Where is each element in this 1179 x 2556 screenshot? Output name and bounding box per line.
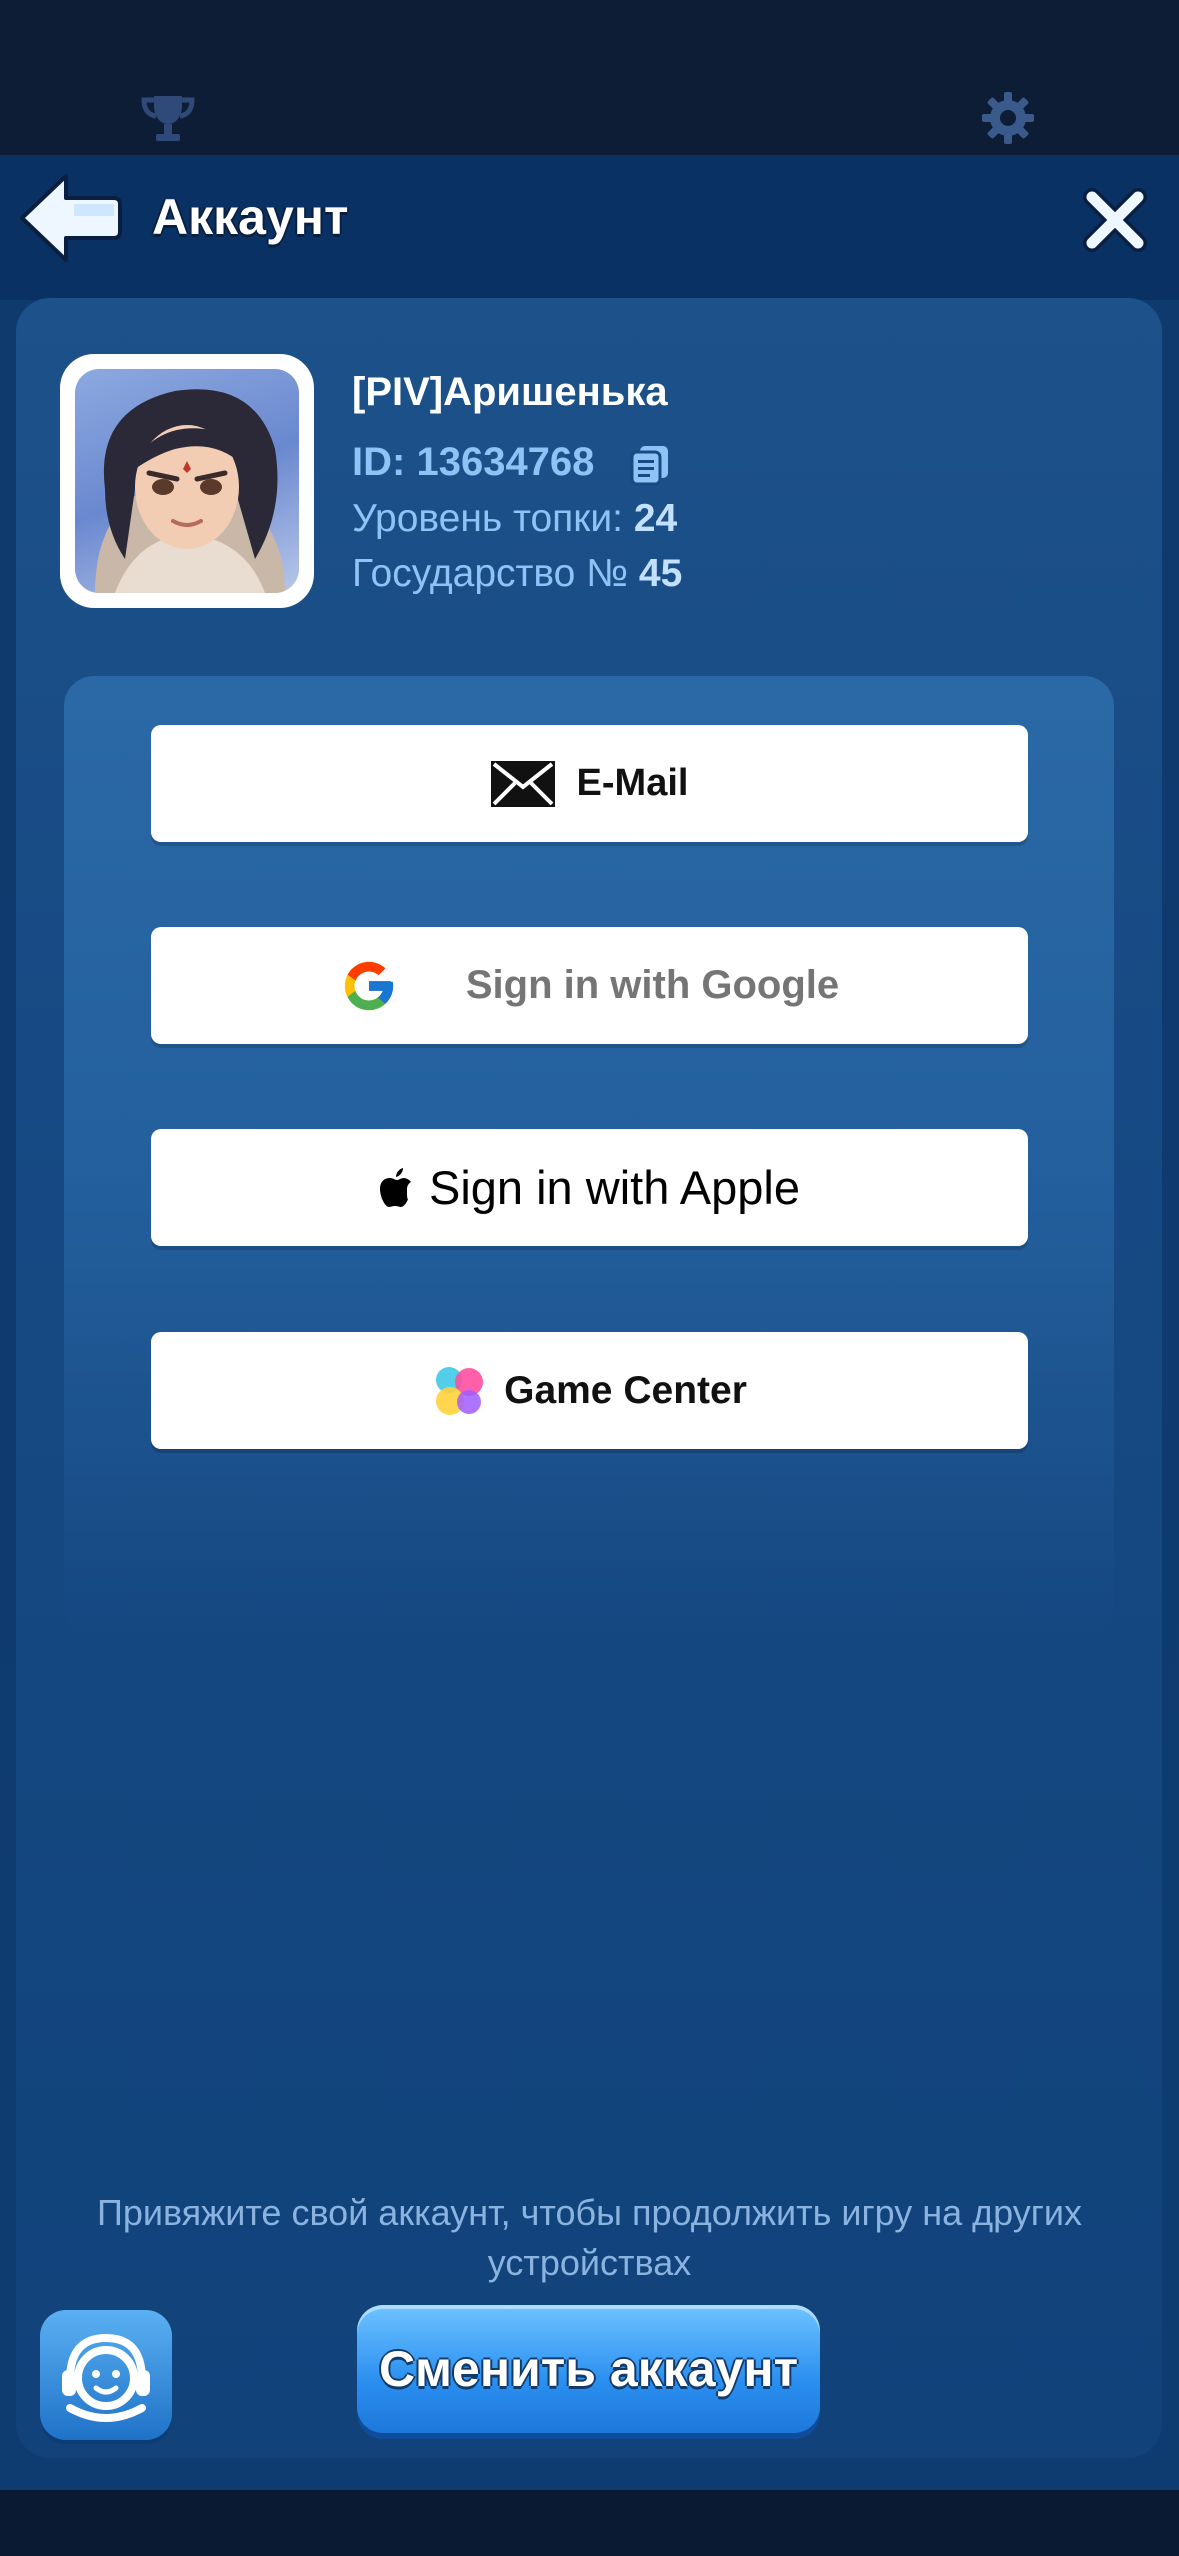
copy-icon[interactable] bbox=[630, 444, 670, 486]
game-center-login-button[interactable]: Game Center bbox=[151, 1332, 1028, 1449]
trophy-icon[interactable] bbox=[138, 88, 198, 148]
player-id-value: 13634768 bbox=[416, 440, 595, 484]
email-login-button[interactable]: E-Mail bbox=[151, 725, 1028, 842]
game-center-login-label: Game Center bbox=[504, 1368, 747, 1412]
top-bar bbox=[0, 0, 1179, 155]
apple-icon bbox=[379, 1167, 413, 1208]
game-center-icon bbox=[432, 1364, 486, 1418]
bind-account-note: Привяжите свой аккаунт, чтобы продолжить… bbox=[96, 2192, 1083, 2283]
switch-account-button[interactable]: Сменить аккаунт bbox=[357, 2305, 820, 2433]
avatar[interactable] bbox=[75, 369, 299, 593]
furnace-level-label: Уровень топки: bbox=[352, 497, 623, 540]
google-icon bbox=[340, 957, 398, 1015]
state-value: 45 bbox=[638, 552, 683, 595]
player-id: ID: 13634768 bbox=[352, 440, 594, 485]
furnace-level-value: 24 bbox=[633, 497, 678, 540]
page-title: Аккаунт bbox=[152, 189, 349, 245]
google-login-label: Sign in with Google bbox=[465, 963, 840, 1007]
google-login-button[interactable]: Sign in with Google bbox=[151, 927, 1028, 1044]
player-name: [PIV]Аришенька bbox=[352, 370, 668, 414]
close-icon bbox=[1083, 188, 1147, 252]
email-login-label: E-Mail bbox=[576, 762, 689, 804]
state-label: Государство № bbox=[352, 552, 629, 595]
close-button[interactable] bbox=[1080, 185, 1150, 255]
bottom-bar bbox=[0, 2490, 1179, 2556]
support-button[interactable] bbox=[40, 2310, 172, 2440]
apple-login-button[interactable]: Sign in with Apple bbox=[151, 1129, 1028, 1246]
switch-account-label: Сменить аккаунт bbox=[378, 2341, 799, 2397]
state-number: Государство № 45 bbox=[352, 552, 682, 596]
back-button[interactable] bbox=[14, 168, 124, 268]
arrow-left-icon bbox=[20, 174, 122, 262]
gear-icon[interactable] bbox=[978, 88, 1038, 148]
apple-login-label: Sign in with Apple bbox=[428, 1161, 801, 1214]
envelope-icon bbox=[490, 760, 555, 807]
player-id-label: ID: bbox=[352, 440, 406, 484]
furnace-level: Уровень топки: 24 bbox=[352, 497, 677, 541]
support-agent-icon bbox=[62, 2333, 150, 2422]
